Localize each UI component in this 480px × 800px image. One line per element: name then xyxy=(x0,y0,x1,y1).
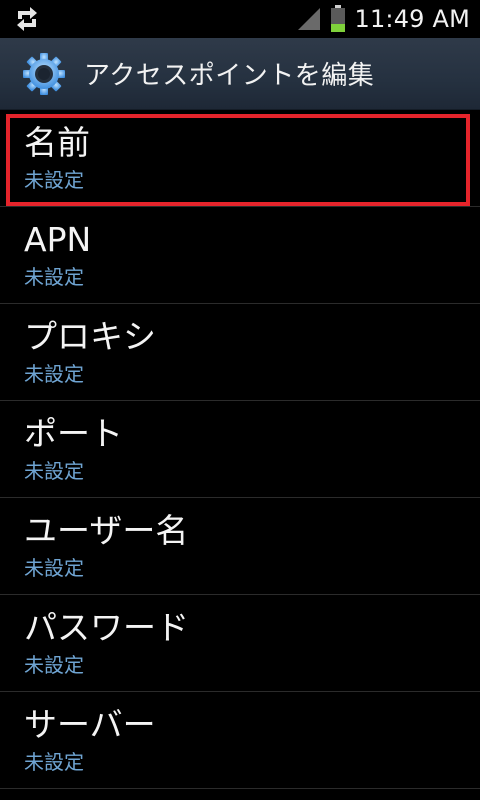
pref-title: パスワード xyxy=(24,608,189,647)
pref-summary: 未設定 xyxy=(24,459,84,483)
status-right: 11:49 AM xyxy=(296,0,470,38)
pref-title: サーバー xyxy=(24,705,156,744)
pref-item-proxy[interactable]: プロキシ 未設定 xyxy=(0,304,480,401)
pref-title: プロキシ xyxy=(24,317,156,356)
pref-item-apn[interactable]: APN 未設定 xyxy=(0,207,480,304)
pref-title: ポート xyxy=(24,414,123,453)
pref-summary: 未設定 xyxy=(24,168,84,192)
battery-icon xyxy=(330,5,346,33)
pref-summary: 未設定 xyxy=(24,362,84,386)
pref-summary: 未設定 xyxy=(24,750,84,774)
pref-item-name[interactable]: 名前 未設定 xyxy=(0,110,480,207)
status-left xyxy=(14,0,40,38)
status-clock: 11:49 AM xyxy=(354,5,470,33)
signal-icon xyxy=(296,6,322,32)
pref-title: APN xyxy=(24,220,92,259)
pref-title: 名前 xyxy=(24,123,90,162)
sync-icon xyxy=(14,5,40,33)
preference-list: 名前 未設定 APN 未設定 プロキシ 未設定 ポート 未設定 ユーザー名 未設… xyxy=(0,110,480,789)
pref-item-server[interactable]: サーバー 未設定 xyxy=(0,692,480,789)
pref-summary: 未設定 xyxy=(24,653,84,677)
pref-summary: 未設定 xyxy=(24,556,84,580)
screen: 11:49 AM アクセスポイントを編集 名前 未設定 APN 未設定 プロキシ… xyxy=(0,0,480,800)
status-bar: 11:49 AM xyxy=(0,0,480,38)
pref-item-port[interactable]: ポート 未設定 xyxy=(0,401,480,498)
settings-icon xyxy=(22,52,66,96)
pref-item-username[interactable]: ユーザー名 未設定 xyxy=(0,498,480,595)
pref-summary: 未設定 xyxy=(24,265,84,289)
title-bar: アクセスポイントを編集 xyxy=(0,38,480,110)
page-title: アクセスポイントを編集 xyxy=(84,61,375,91)
pref-title: ユーザー名 xyxy=(24,511,189,550)
pref-item-password[interactable]: パスワード 未設定 xyxy=(0,595,480,692)
